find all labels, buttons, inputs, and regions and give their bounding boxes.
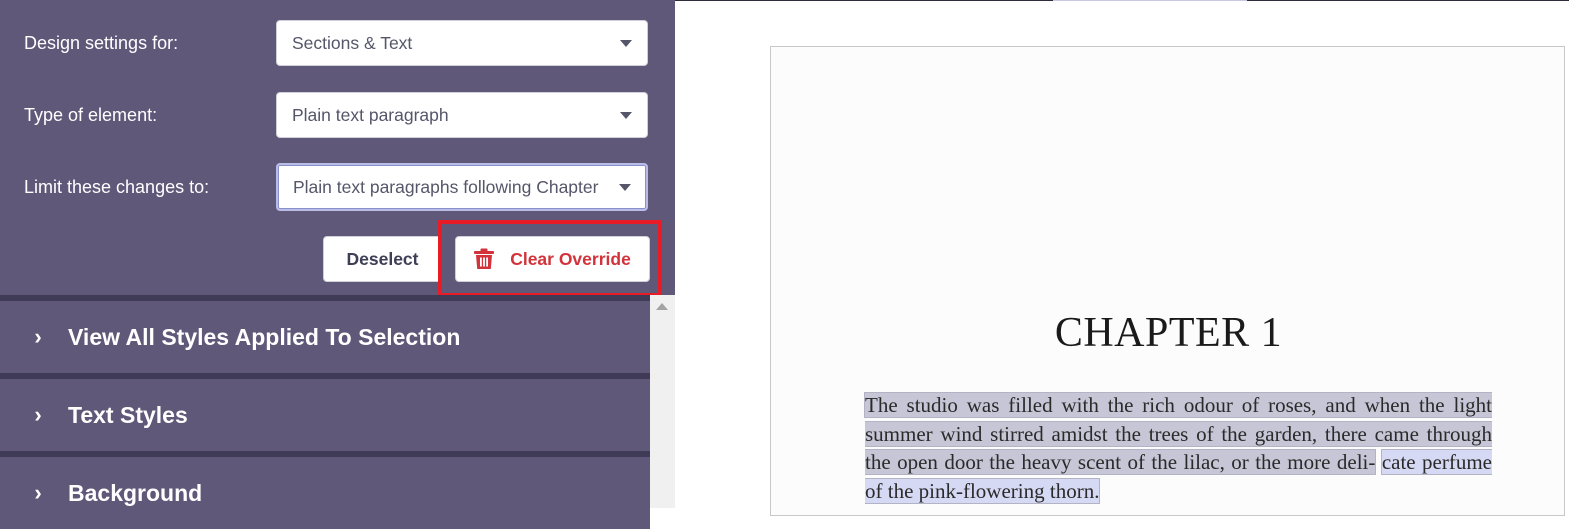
chevron-down-icon	[620, 111, 632, 119]
deselect-button[interactable]: Deselect	[323, 236, 442, 282]
chevron-right-icon: ›	[34, 324, 42, 349]
section-view-all-styles[interactable]: › View All Styles Applied To Selection	[0, 301, 650, 373]
element-type-select[interactable]: Plain text paragraph	[276, 92, 648, 138]
annotation-highlight-box	[438, 220, 662, 297]
panel-scrollbar[interactable]	[650, 295, 675, 508]
chevron-right-icon: ›	[34, 480, 42, 505]
chevron-down-icon	[620, 39, 632, 47]
design-settings-label: Design settings for:	[24, 33, 179, 53]
section-title: View All Styles Applied To Selection	[68, 323, 461, 350]
element-type-value: Plain text paragraph	[292, 104, 449, 125]
book-preview: CHAPTER 1 The studio was filled with the…	[675, 0, 1569, 516]
chapter-heading[interactable]: CHAPTER 1	[771, 309, 1566, 357]
section-background[interactable]: › Background	[0, 457, 650, 529]
element-type-label: Type of element:	[24, 105, 158, 125]
settings-area: Design settings for: Sections & Text Typ…	[0, 0, 675, 297]
selected-paragraph[interactable]: The studio was filled with the rich odou…	[865, 391, 1492, 505]
book-page: CHAPTER 1 The studio was filled with the…	[770, 46, 1565, 516]
section-title: Background	[68, 479, 203, 506]
design-settings-select[interactable]: Sections & Text	[276, 20, 648, 66]
limit-changes-label: Limit these changes to:	[24, 177, 210, 197]
chevron-down-icon	[619, 183, 631, 191]
design-panel: Design settings for: Sections & Text Typ…	[0, 0, 675, 529]
limit-changes-select[interactable]: Plain text paragraphs following Chapter	[276, 163, 648, 211]
scroll-up-arrow-icon[interactable]	[656, 303, 668, 310]
limit-changes-value: Plain text paragraphs following Chapter	[293, 176, 599, 197]
preview-top-accent	[1053, 0, 1247, 1]
section-text-styles[interactable]: › Text Styles	[0, 379, 650, 451]
design-settings-value: Sections & Text	[292, 32, 413, 53]
chevron-right-icon: ›	[34, 402, 42, 427]
section-title: Text Styles	[68, 401, 188, 428]
